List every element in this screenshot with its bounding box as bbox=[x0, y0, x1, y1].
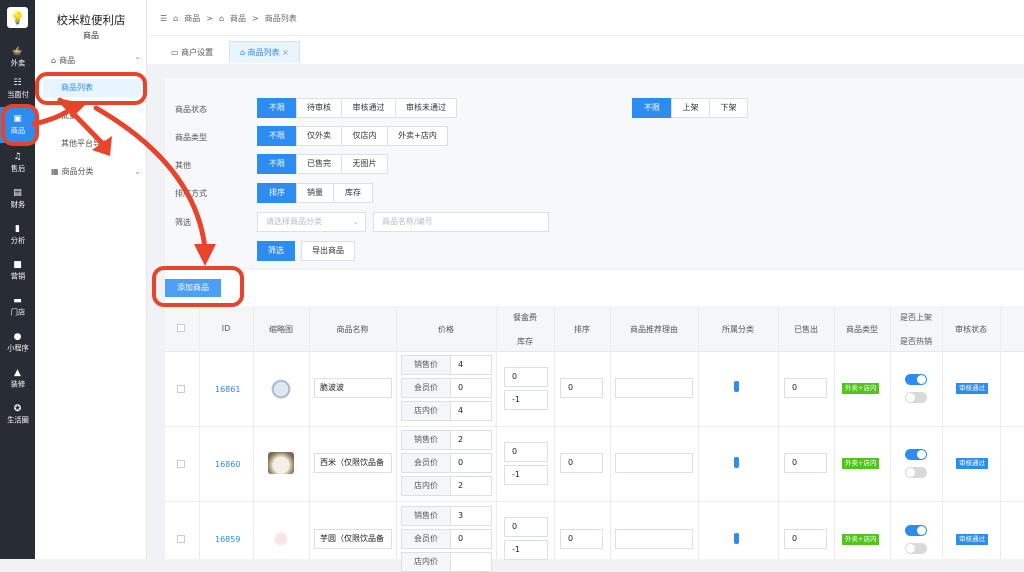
arrow-list-to-add bbox=[93, 105, 208, 251]
arrow-head-2 bbox=[194, 244, 216, 266]
arrow-rail-to-list bbox=[31, 105, 75, 127]
annotation-arrows bbox=[31, 97, 216, 266]
